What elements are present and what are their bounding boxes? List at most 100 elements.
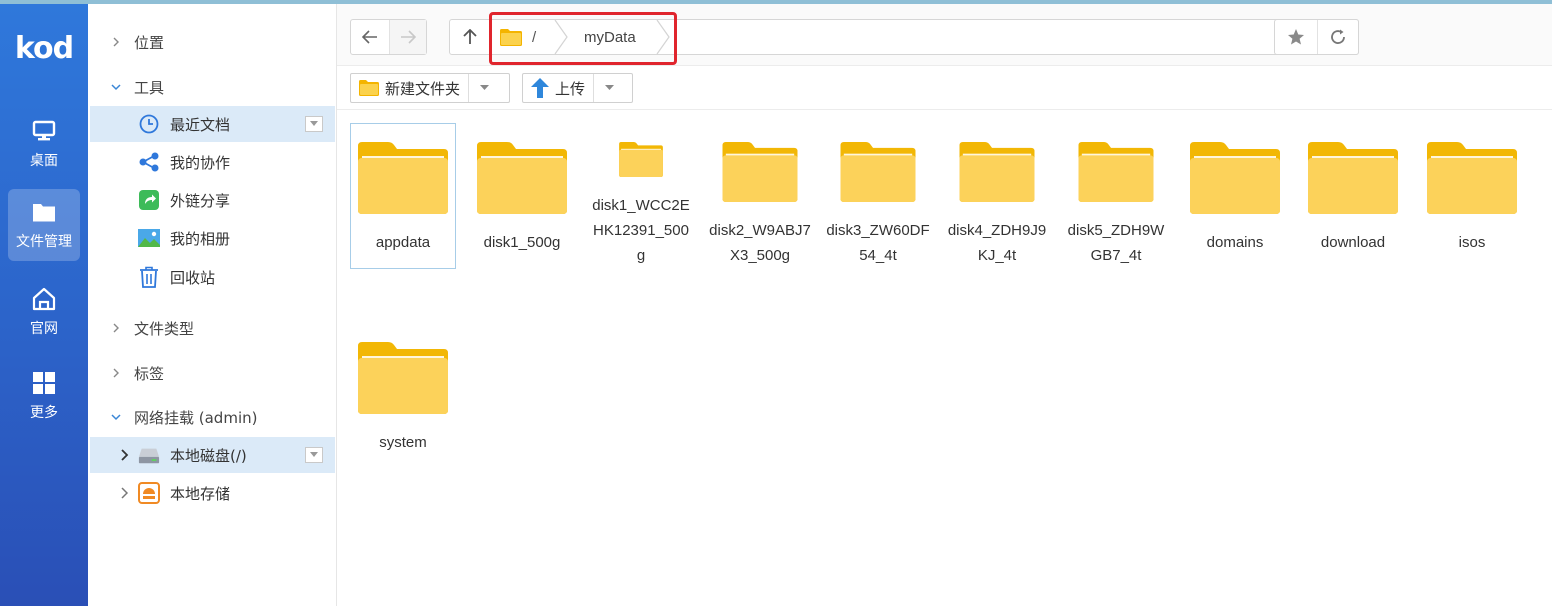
tree-group-network-mount[interactable]: 网络挂载 (admin): [88, 399, 337, 435]
folder-icon: [722, 142, 798, 202]
tree-group-label: 网络挂载 (admin): [134, 408, 258, 427]
new-folder-dropdown[interactable]: [468, 74, 500, 102]
folder-name: disk4_ZDH9J9KJ_4t: [947, 222, 1047, 264]
folder-icon: [1190, 142, 1280, 214]
app-rail: kod 桌面 文件管理 官网 更多: [0, 4, 88, 606]
folder-item[interactable]: disk4_ZDH9J9KJ_4t: [944, 123, 1050, 269]
sidebar-item-label: 本地存储: [170, 484, 231, 503]
upload-dropdown[interactable]: [593, 74, 625, 102]
action-bar: 新建文件夹 上传: [337, 66, 1552, 110]
folder-icon: [1078, 142, 1154, 202]
folder-item[interactable]: isos: [1419, 123, 1525, 269]
clock-icon: [138, 113, 160, 135]
sidebar-item-recycle-bin[interactable]: 回收站: [90, 259, 335, 295]
address-actions: [1274, 19, 1359, 55]
kod-logo[interactable]: kod: [0, 4, 88, 92]
tree-group-tools[interactable]: 工具: [88, 69, 337, 105]
external-share-icon: [138, 189, 160, 211]
folder-name: domains: [1206, 234, 1264, 251]
upload-main[interactable]: 上传: [523, 74, 593, 102]
tree-group-location[interactable]: 位置: [88, 24, 337, 60]
grid-icon: [33, 372, 55, 394]
folder-item[interactable]: domains: [1182, 123, 1288, 269]
chevron-right-icon[interactable]: [118, 487, 132, 499]
folder-icon: [477, 142, 567, 214]
new-folder-button[interactable]: 新建文件夹: [350, 73, 510, 103]
tree-group-label: 文件类型: [134, 319, 195, 338]
tree-group-label: 工具: [134, 78, 165, 97]
folder-item[interactable]: appdata: [350, 123, 456, 269]
trash-icon: [138, 266, 160, 288]
sidebar-item-external-share[interactable]: 外链分享: [90, 182, 335, 218]
favorite-button[interactable]: [1275, 20, 1317, 54]
highlight-box: [489, 12, 677, 65]
sidebar-item-collaboration[interactable]: 我的协作: [90, 144, 335, 180]
caret-down-icon: [605, 85, 615, 90]
chevron-right-icon[interactable]: [106, 368, 126, 378]
upload-button[interactable]: 上传: [522, 73, 633, 103]
forward-button[interactable]: [388, 20, 426, 54]
arrow-left-icon: [361, 30, 377, 44]
rail-item-website[interactable]: 官网: [8, 276, 80, 348]
rail-item-label: 更多: [30, 405, 58, 421]
sidebar-item-label: 本地磁盘(/): [170, 446, 247, 465]
folder-name: isos: [1458, 234, 1486, 251]
back-button[interactable]: [351, 20, 389, 54]
sidebar-item-label: 外链分享: [170, 191, 231, 210]
folder-item[interactable]: disk3_ZW60DF54_4t: [825, 123, 931, 269]
refresh-icon: [1330, 29, 1345, 44]
dropdown-toggle-icon[interactable]: [305, 116, 323, 132]
folder-icon: [1427, 142, 1517, 214]
chevron-down-icon[interactable]: [106, 412, 126, 422]
folder-item[interactable]: download: [1300, 123, 1406, 269]
upload-label: 上传: [555, 79, 586, 98]
sidebar-item-recent-docs[interactable]: 最近文档: [90, 106, 335, 142]
chevron-right-icon[interactable]: [106, 37, 126, 47]
home-icon: [32, 287, 56, 311]
history-nav: [350, 19, 427, 55]
sidebar-item-album[interactable]: 我的相册: [90, 220, 335, 256]
rail-item-file-manager[interactable]: 文件管理: [8, 189, 80, 261]
tree-group-label: 位置: [134, 33, 165, 52]
refresh-button[interactable]: [1316, 20, 1359, 54]
disk-icon: [138, 444, 160, 466]
sidebar-item-label: 回收站: [170, 268, 216, 287]
folder-icon: [840, 142, 916, 202]
chevron-right-icon[interactable]: [118, 449, 132, 461]
sidebar-tree: 位置 工具 最近文档 我的协作 外链分享 我的相册 回收站 文件类型 标签 网络…: [88, 4, 337, 606]
folder-icon: [359, 80, 379, 96]
folder-icon: [358, 142, 448, 214]
rail-item-more[interactable]: 更多: [8, 360, 80, 432]
share-nodes-icon: [138, 151, 160, 173]
folder-item[interactable]: disk2_W9ABJ7X3_500g: [707, 123, 813, 269]
up-button[interactable]: [450, 20, 490, 54]
chevron-right-icon[interactable]: [106, 323, 126, 333]
folder-item[interactable]: disk1_500g: [469, 123, 575, 269]
monitor-icon: [32, 120, 56, 141]
sidebar-item-local-storage[interactable]: 本地存储: [90, 475, 335, 511]
arrow-up-icon: [462, 29, 477, 44]
folder-icon: [959, 142, 1035, 202]
tree-group-label: 标签: [134, 364, 165, 383]
sidebar-item-label: 最近文档: [170, 115, 231, 134]
folder-name: disk5_ZDH9WGB7_4t: [1067, 222, 1165, 264]
tree-group-file-types[interactable]: 文件类型: [88, 310, 337, 346]
arrow-right-icon: [400, 30, 416, 44]
folder-icon: [1308, 142, 1398, 214]
address-toolbar: / myData: [337, 4, 1552, 66]
dropdown-toggle-icon[interactable]: [305, 447, 323, 463]
folder-item[interactable]: system: [350, 323, 456, 469]
new-folder-main[interactable]: 新建文件夹: [351, 74, 468, 102]
rail-item-desktop[interactable]: 桌面: [8, 108, 80, 180]
rail-item-label: 文件管理: [16, 234, 72, 250]
folder-name: disk1_500g: [483, 234, 561, 251]
folder-name: download: [1320, 234, 1386, 251]
folder-item[interactable]: disk5_ZDH9WGB7_4t: [1063, 123, 1169, 269]
folder-item[interactable]: disk1_WCC2EHK12391_500g: [588, 123, 694, 269]
chevron-down-icon[interactable]: [106, 82, 126, 92]
sidebar-item-local-disk[interactable]: 本地磁盘(/): [90, 437, 335, 473]
star-icon: [1287, 29, 1304, 45]
tree-group-tags[interactable]: 标签: [88, 355, 337, 391]
file-grid: appdata disk1_500g disk1_WCC2EHK12391_50…: [337, 111, 1552, 606]
folder-icon: [358, 342, 448, 414]
